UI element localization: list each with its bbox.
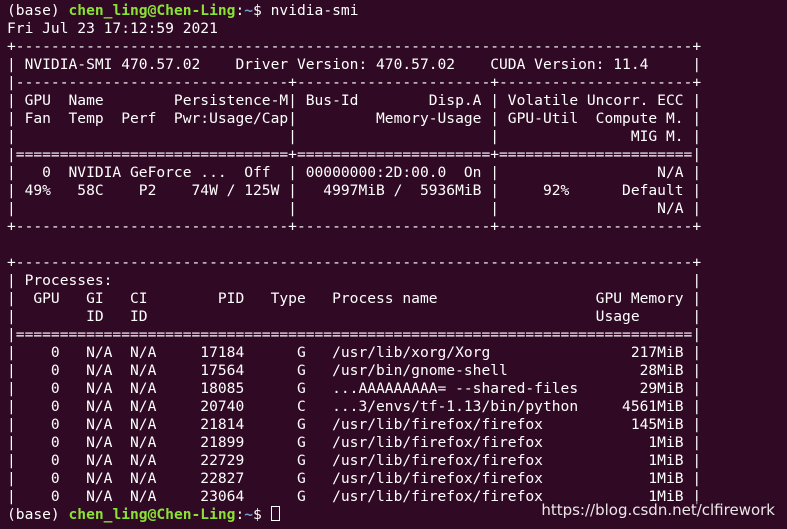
prompt-path: ~ (244, 2, 254, 19)
conda-env-label: (base) (7, 506, 69, 523)
watermark: https://blog.csdn.net/clfirework (539, 501, 777, 519)
output-line: | Fan Temp Perf Pwr:Usage/Cap| Memory-Us… (7, 110, 702, 127)
prompt-symbol: $ (253, 506, 271, 523)
output-line: Fri Jul 23 17:12:59 2021 (7, 20, 218, 37)
output-line: +-------------------------------+-------… (7, 218, 702, 235)
output-line: | 0 N/A N/A 21899 G /usr/lib/firefox/fir… (7, 434, 702, 451)
text-cursor[interactable] (270, 506, 280, 521)
output-line: | | | N/A | (7, 200, 702, 217)
output-line: | 0 N/A N/A 21814 G /usr/lib/firefox/fir… (7, 416, 702, 433)
output-line: | GPU GI CI PID Type Process name GPU Me… (7, 290, 702, 307)
output-line: | 0 NVIDIA GeForce ... Off | 00000000:2D… (7, 164, 702, 181)
output-line: +---------------------------------------… (7, 38, 702, 55)
output-line: | | | MIG M. | (7, 128, 702, 145)
output-line: |=======================================… (7, 326, 702, 343)
output-line: | 0 N/A N/A 20740 C ...3/envs/tf-1.13/bi… (7, 398, 702, 415)
prompt-user-host: chen_ling@Chen-Ling (68, 506, 236, 523)
output-line: | 0 N/A N/A 17184 G /usr/lib/xorg/Xorg 2… (7, 344, 702, 361)
output-line: | NVIDIA-SMI 470.57.02 Driver Version: 4… (7, 56, 702, 73)
output-line: | 0 N/A N/A 22827 G /usr/lib/firefox/fir… (7, 470, 702, 487)
prompt-symbol: $ (253, 2, 271, 19)
conda-env-label: (base) (7, 2, 69, 19)
command-line: (base) chen_ling@Chen-Ling:~$ nvidia-smi (7, 2, 787, 20)
output-line: | 0 N/A N/A 22729 G /usr/lib/firefox/fir… (7, 452, 702, 469)
terminal-window[interactable]: (base) chen_ling@Chen-Ling:~$ nvidia-smi… (0, 0, 787, 529)
prompt-colon: : (235, 506, 245, 523)
output-line: | 0 N/A N/A 18085 G ...AAAAAAAAA= --shar… (7, 380, 702, 397)
output-line: | ID ID Usage | (7, 308, 702, 325)
output-line: |===============================+=======… (7, 146, 702, 163)
prompt-user-host: chen_ling@Chen-Ling (68, 2, 236, 19)
prompt-colon: : (235, 2, 245, 19)
output-line: | 49% 58C P2 74W / 125W | 4997MiB / 5936… (7, 182, 702, 199)
prompt-path: ~ (244, 506, 254, 523)
output-line: | 0 N/A N/A 17564 G /usr/bin/gnome-shell… (7, 362, 702, 379)
output-line: | GPU Name Persistence-M| Bus-Id Disp.A … (7, 92, 702, 109)
output-line: |-------------------------------+-------… (7, 74, 702, 91)
command-text: nvidia-smi (270, 2, 359, 19)
command-output: Fri Jul 23 17:12:59 2021 +---------------… (7, 20, 787, 506)
output-line: | Processes: | (7, 272, 702, 289)
output-line: +---------------------------------------… (7, 254, 702, 271)
